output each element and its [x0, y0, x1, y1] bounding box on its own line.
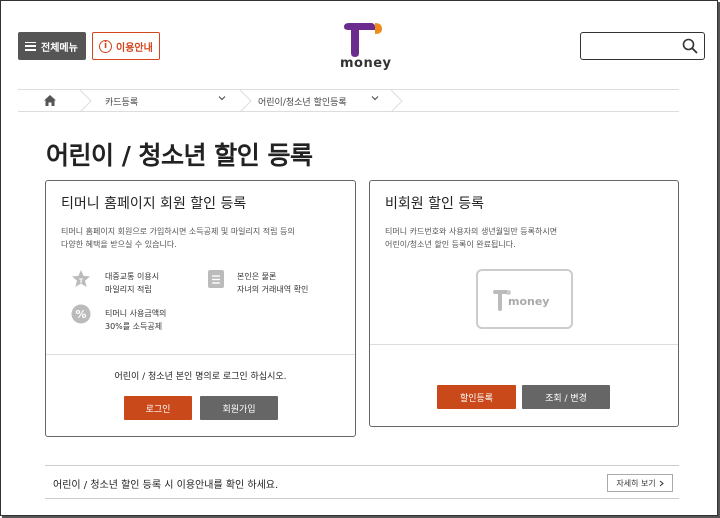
- tmoney-card-text: money: [508, 295, 550, 308]
- chevron-right-icon: [659, 480, 664, 486]
- logo-text: money: [340, 56, 392, 71]
- usage-guide-button[interactable]: i 이용안내: [92, 32, 160, 60]
- all-menu-button[interactable]: 전체메뉴: [18, 32, 86, 60]
- feature-text: 대중교통 이용시: [105, 272, 160, 281]
- nonmember-card-title: 비회원 할인 등록: [385, 196, 485, 212]
- list-icon: [208, 270, 224, 288]
- feature-text: 마일리지 적립: [105, 285, 152, 294]
- breadcrumb: 카드등록 어린이/청소년 할인등록: [18, 89, 679, 112]
- usage-notice-text: 어린이 / 청소년 할인 등록 시 이용안내를 확인 하세요.: [53, 480, 279, 491]
- search-icon[interactable]: [682, 38, 698, 54]
- chevron-down-icon[interactable]: [371, 94, 379, 102]
- join-button[interactable]: 회원가입: [200, 396, 278, 420]
- home-icon[interactable]: [44, 95, 56, 106]
- discount-register-button[interactable]: 할인등록: [437, 385, 516, 409]
- star-icon: T: [72, 270, 90, 287]
- nonmember-card-description: 티머니 카드번호와 사용자의 생년월일만 등록하시면 어린이/청소년 할인 등록…: [385, 225, 670, 251]
- feature-mileage: 대중교통 이용시 마일리지 적립: [105, 270, 159, 296]
- feature-tax-deduction: 티머니 사용금액의 30%를 소득공제: [105, 307, 166, 333]
- hamburger-icon: [25, 41, 36, 51]
- member-card-title: 티머니 홈페이지 회원 할인 등록: [61, 196, 247, 212]
- usage-notice-bar: 어린이 / 청소년 할인 등록 시 이용안내를 확인 하세요. 자세히 보기: [45, 465, 679, 499]
- nonmember-desc-line: 어린이/청소년 할인 등록이 완료됩니다.: [385, 240, 516, 249]
- svg-text:%: %: [75, 308, 86, 321]
- feature-text: 자녀의 거래내역 확인: [237, 285, 309, 294]
- member-card-description: 티머니 홈페이지 회원으로 가입하시면 소득공제 및 마일리지 적립 등의 다양…: [61, 225, 346, 251]
- divider: [46, 354, 355, 355]
- page-title: 어린이 / 청소년 할인 등록: [46, 141, 313, 170]
- breadcrumb-separator-icon: [240, 90, 252, 112]
- lookup-change-button[interactable]: 조회 / 변경: [522, 385, 610, 409]
- breadcrumb-item-card-register[interactable]: 카드등록: [105, 95, 138, 108]
- feature-text: 티머니 사용금액의: [105, 309, 167, 318]
- usage-guide-label: 이용안내: [116, 42, 153, 54]
- view-details-label: 자세히 보기: [616, 478, 656, 488]
- login-button[interactable]: 로그인: [124, 396, 192, 420]
- page-frame: 전체메뉴 i 이용안내 money 카드등록 어린이/청소년 할인등록 어린이 …: [0, 0, 718, 516]
- chevron-down-icon[interactable]: [218, 94, 226, 102]
- login-notice: 어린이 / 청소년 본인 명의로 로그인 하십시오.: [114, 372, 287, 382]
- member-desc-line: 티머니 홈페이지 회원으로 가입하시면 소득공제 및 마일리지 적립 등의: [61, 227, 295, 236]
- nonmember-discount-card: 비회원 할인 등록 티머니 카드번호와 사용자의 생년월일만 등록하시면 어린이…: [369, 180, 679, 427]
- breadcrumb-separator-icon: [80, 90, 92, 112]
- feature-text: 본인은 물론: [237, 272, 277, 281]
- breadcrumb-separator-icon: [391, 90, 403, 112]
- breadcrumb-item-discount-register[interactable]: 어린이/청소년 할인등록: [258, 95, 347, 108]
- all-menu-label: 전체메뉴: [41, 42, 78, 54]
- member-discount-card: 티머니 홈페이지 회원 할인 등록 티머니 홈페이지 회원으로 가입하시면 소득…: [45, 180, 356, 437]
- divider: [370, 344, 678, 345]
- feature-text: 30%를 소득공제: [105, 322, 163, 331]
- view-details-button[interactable]: 자세히 보기: [607, 474, 673, 492]
- search-input[interactable]: [580, 32, 705, 60]
- tmoney-card-image: money: [476, 269, 573, 329]
- percent-icon: %: [71, 304, 91, 324]
- nonmember-desc-line: 티머니 카드번호와 사용자의 생년월일만 등록하시면: [385, 227, 558, 236]
- info-icon: i: [99, 39, 112, 53]
- feature-history: 본인은 물론 자녀의 거래내역 확인: [237, 270, 308, 296]
- member-desc-line: 다양한 혜택을 받으실 수 있습니다.: [61, 240, 177, 249]
